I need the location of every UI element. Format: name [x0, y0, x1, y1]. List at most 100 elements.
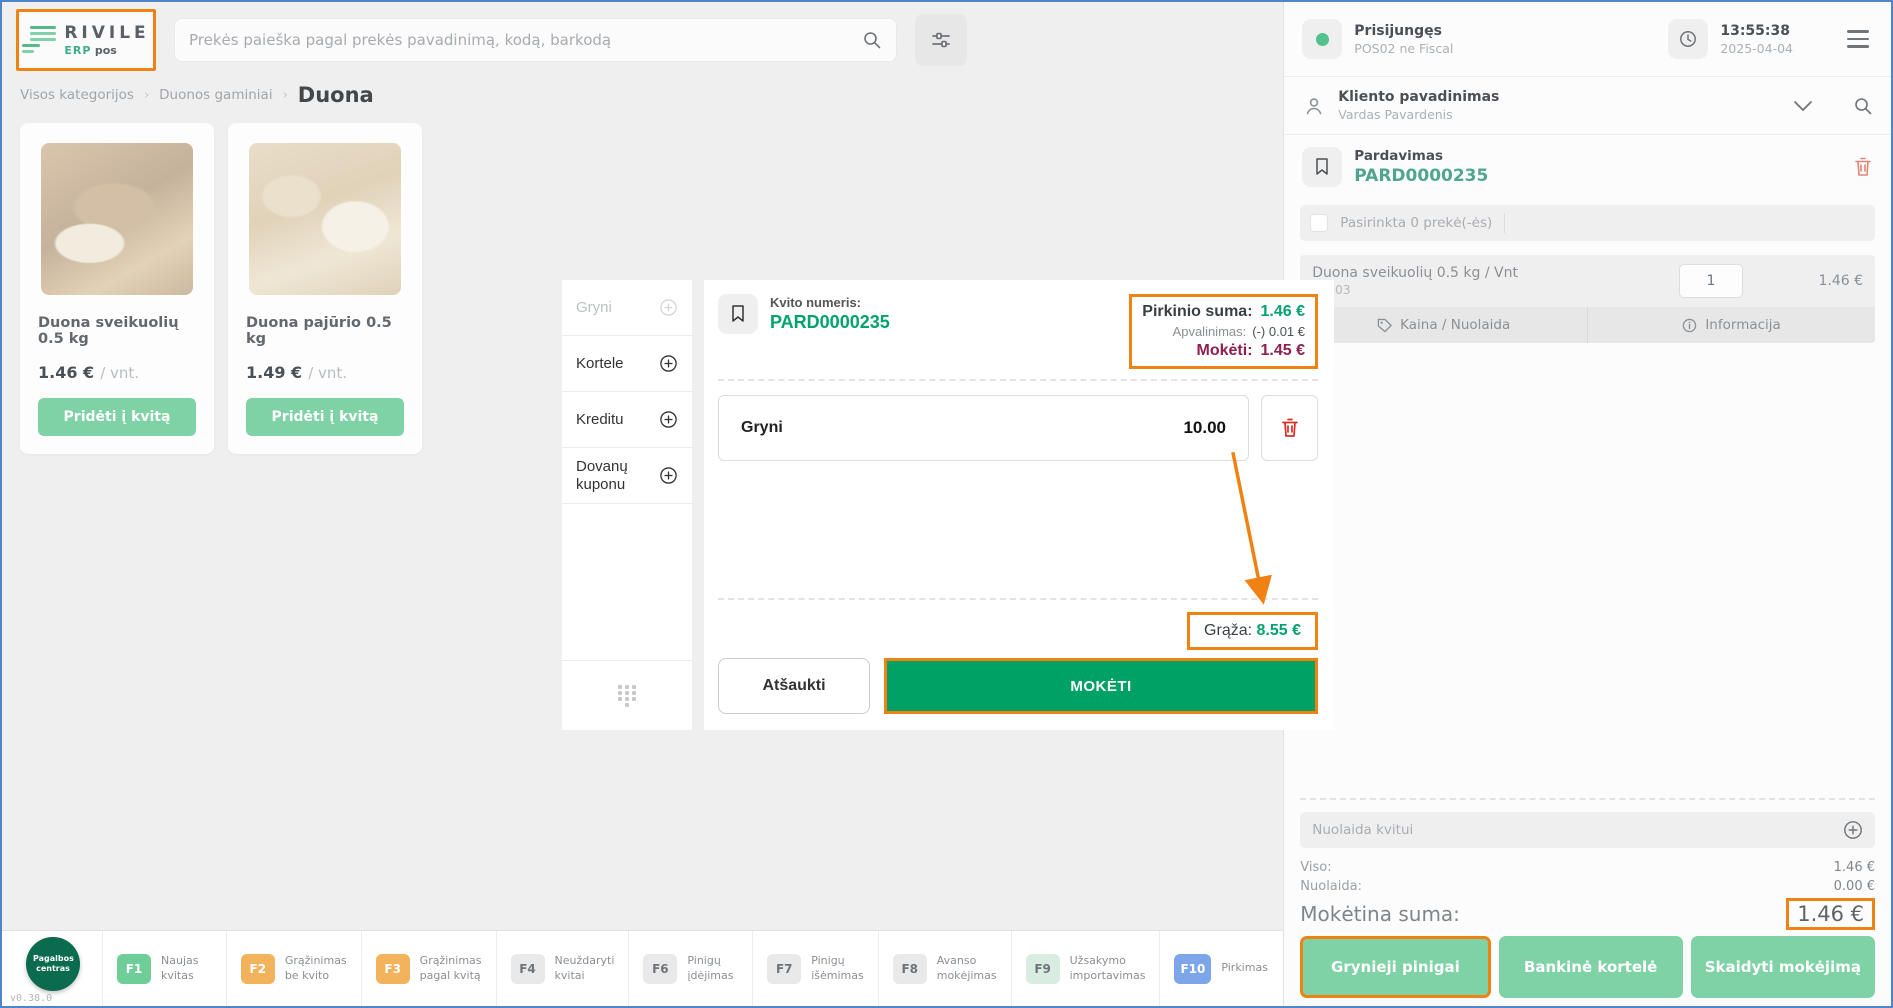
status-title: Prisijungęs — [1354, 23, 1453, 39]
sidebar-header: Prisijungęs POS02 ne Fiscal 13:55:38 202… — [1284, 2, 1891, 77]
client-name: Kliento pavadinimas — [1338, 89, 1499, 105]
select-all-checkbox[interactable] — [1310, 214, 1328, 232]
payment-tab-credit[interactable]: Kreditu — [562, 392, 692, 448]
toolbar-item-f1-new-receipt[interactable]: F1 Naujas kvitas — [102, 931, 226, 1006]
add-to-receipt-button[interactable]: Pridėti į kvitą — [38, 398, 196, 436]
f3-key-badge: F3 — [376, 954, 410, 984]
product-search-bar[interactable] — [174, 18, 897, 62]
help-center-button[interactable]: Pagalbos centras — [26, 937, 80, 991]
toolbar-item-f2-return-without-receipt[interactable]: F2 Grąžinimas be kvito — [226, 931, 361, 1006]
add-to-receipt-button[interactable]: Pridėti į kvitą — [246, 398, 404, 436]
toolbar-item-f8-advance-payment[interactable]: F8 Avanso mokėjimas — [878, 931, 1011, 1006]
menu-button[interactable] — [1843, 26, 1873, 52]
f9-key-badge: F9 — [1026, 954, 1060, 984]
payment-method-name: Gryni — [741, 419, 783, 437]
connection-status: Prisijungęs POS02 ne Fiscal — [1302, 19, 1453, 59]
payment-entry-row[interactable]: Gryni 10.00 — [718, 395, 1249, 461]
divider — [1300, 798, 1875, 800]
product-card: Duona pajūrio 0.5 kg 1.49 € / vnt. Pridė… — [228, 123, 422, 454]
payment-tab-cash: Gryni — [562, 280, 692, 336]
f10-key-badge: F10 — [1174, 954, 1211, 984]
cash-payment-button[interactable]: Grynieji pinigai — [1300, 936, 1490, 998]
plus-circle-icon — [659, 466, 678, 485]
plus-circle-icon — [659, 354, 678, 373]
breadcrumb-all-categories[interactable]: Visos kategorijos — [20, 87, 134, 103]
payment-tab-card[interactable]: Kortele — [562, 336, 692, 392]
receipt-item: Duona sveikuolių 0.5 kg / Vnt 00003 1 1.… — [1300, 255, 1875, 343]
breadcrumb-bread-products[interactable]: Duonos gaminiai — [159, 87, 272, 103]
clock-widget: 13:55:38 2025-04-04 — [1668, 19, 1793, 59]
pos-app: RIVILE ERP pos — [0, 0, 1893, 1008]
pay-button[interactable]: MOKĖTI — [884, 658, 1318, 714]
delete-sale-trash-icon[interactable] — [1853, 156, 1873, 178]
product-image — [41, 143, 193, 295]
status-subtitle: POS02 ne Fiscal — [1354, 41, 1453, 56]
toolbar-item-f4-open-receipts[interactable]: F4 Neuždaryti kvitai — [496, 931, 629, 1006]
bookmark-icon — [1302, 147, 1342, 187]
change-amount-annotated: Grąža: 8.55 € — [1187, 612, 1318, 650]
plus-circle-icon — [659, 298, 678, 317]
search-input[interactable] — [189, 31, 852, 49]
toolbar-item-f10-purchase[interactable]: F10 Pirkimas — [1159, 931, 1283, 1006]
item-quantity-input[interactable]: 1 — [1679, 264, 1743, 298]
split-payment-button[interactable]: Skaidyti mokėjimą — [1691, 936, 1875, 998]
change-value: 8.55 € — [1257, 622, 1301, 639]
toolbar-item-f7-cash-out[interactable]: F7 Pinigų išėmimas — [752, 931, 878, 1006]
client-row[interactable]: Kliento pavadinimas Vardas Pavardenis — [1284, 77, 1891, 135]
breadcrumb-separator: › — [283, 88, 288, 103]
divider — [1504, 213, 1505, 233]
search-filter-button[interactable] — [915, 14, 967, 66]
rounding-value: (-) 0.01 € — [1252, 324, 1305, 339]
product-image — [249, 143, 401, 295]
payment-modal: Gryni Kortele Kreditu Dovanų kuponu — [562, 280, 1334, 730]
toolbar-item-f6-cash-in[interactable]: F6 Pinigų įdėjimas — [628, 931, 752, 1006]
toolbar-item-f3-return-by-receipt[interactable]: F3 Grąžinimas pagal kvitą — [361, 931, 496, 1006]
client-subtitle: Vardas Pavardenis — [1338, 107, 1499, 122]
payment-tab-gift-coupon[interactable]: Dovanų kuponu — [562, 448, 692, 504]
keypad-icon — [616, 683, 638, 709]
selected-items-label: Pasirinkta 0 prekė(-ės) — [1340, 215, 1492, 231]
tab-information[interactable]: Informacija — [1587, 307, 1875, 343]
tab-price-discount[interactable]: Kaina / Nuolaida — [1300, 307, 1587, 343]
plus-circle-icon — [659, 410, 678, 429]
sale-label: Pardavimas — [1354, 148, 1488, 164]
top-bar: RIVILE ERP pos — [2, 2, 1283, 77]
f7-key-badge: F7 — [767, 954, 801, 984]
online-dot-icon — [1316, 33, 1329, 46]
item-price: 1.46 € — [1803, 273, 1863, 289]
breadcrumb-separator: › — [144, 88, 149, 103]
product-card: Duona sveikuolių 0.5 kg 1.46 € / vnt. Pr… — [20, 123, 214, 454]
product-unit: / vnt. — [308, 364, 347, 382]
receipt-sidebar: Prisijungęs POS02 ne Fiscal 13:55:38 202… — [1283, 2, 1891, 1006]
function-key-toolbar: Pagalbos centras v0.38.0 F1 Naujas kvita… — [2, 930, 1283, 1006]
person-icon — [1302, 94, 1326, 118]
divider — [718, 598, 1318, 600]
remove-payment-button[interactable] — [1261, 395, 1318, 461]
f4-key-badge: F4 — [511, 954, 545, 984]
discount-label: Nuolaida: — [1300, 879, 1362, 894]
receipt-number: PARD0000235 — [770, 312, 890, 333]
bank-card-payment-button[interactable]: Bankinė kortelė — [1499, 936, 1683, 998]
add-discount-plus-icon[interactable] — [1843, 820, 1863, 840]
numpad-toggle-button[interactable] — [562, 660, 692, 730]
logo-erp: ERP — [64, 44, 91, 57]
toolbar-item-f9-order-import[interactable]: F9 Užsakymo importavimas — [1011, 931, 1160, 1006]
item-name: Duona sveikuolių 0.5 kg / Vnt — [1312, 265, 1518, 281]
receipt-discount-label: Nuolaida kvitui — [1312, 822, 1413, 838]
logo-bars-icon — [22, 26, 56, 54]
page-title: Duona — [298, 83, 374, 107]
payable-amount-value: 1.46 € — [1786, 898, 1875, 930]
status-icon — [1302, 19, 1342, 59]
client-search-icon[interactable] — [1853, 96, 1873, 116]
rounding-label: Apvalinimas: — [1173, 324, 1247, 339]
payment-amount-input[interactable]: 10.00 — [1183, 418, 1226, 438]
cancel-button[interactable]: Atšaukti — [718, 658, 870, 714]
search-icon — [862, 30, 882, 50]
receipt-bookmark-icon — [718, 294, 758, 334]
chevron-down-icon[interactable] — [1793, 100, 1813, 112]
discount-value: 0.00 € — [1834, 879, 1875, 894]
breadcrumb: Visos kategorijos › Duonos gaminiai › Du… — [2, 77, 1283, 119]
sliders-icon — [930, 29, 952, 51]
receipt-discount-bar[interactable]: Nuolaida kvitui — [1300, 812, 1875, 848]
clock-icon — [1668, 19, 1708, 59]
